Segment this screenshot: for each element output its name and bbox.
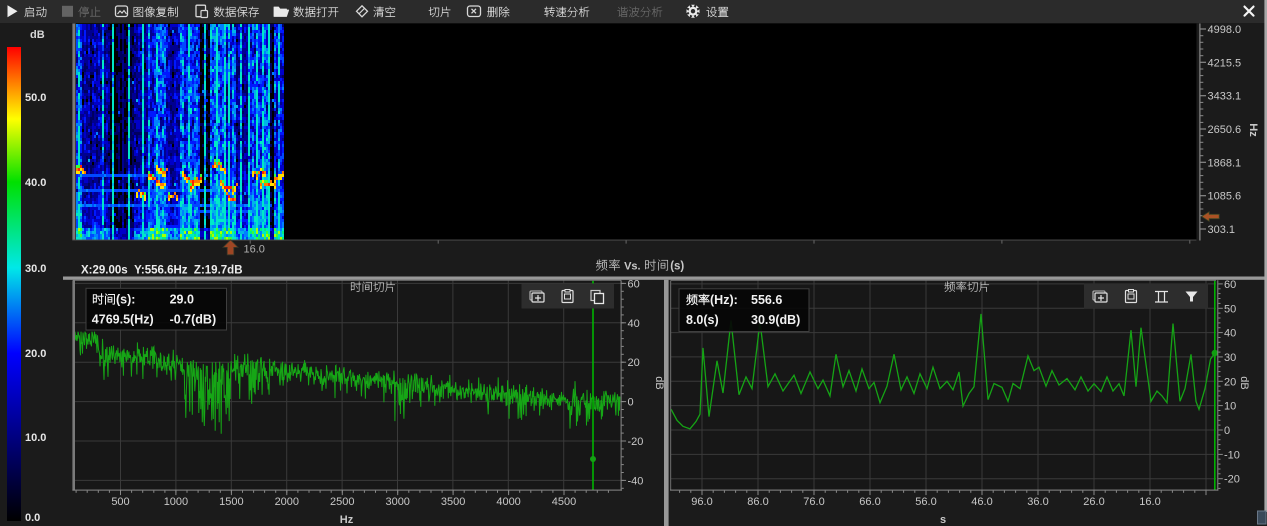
svg-text:36.0: 36.0	[1027, 496, 1048, 508]
svg-text:303.1: 303.1	[1208, 224, 1236, 236]
svg-text:1868.1: 1868.1	[1208, 157, 1242, 169]
svg-text:2000: 2000	[275, 496, 299, 508]
svg-text:1000: 1000	[164, 496, 188, 508]
svg-text:1085.6: 1085.6	[1208, 191, 1242, 203]
svg-text:X:29.00s Y:556.6Hz Z:19.7dB: X:29.00s Y:556.6Hz Z:19.7dB	[81, 265, 243, 277]
svg-text:50.0: 50.0	[25, 92, 46, 104]
svg-text:10.0: 10.0	[25, 432, 46, 444]
svg-text:0: 0	[1224, 425, 1230, 437]
svg-text:40.0: 40.0	[25, 177, 46, 189]
svg-text:86.0: 86.0	[747, 496, 768, 508]
svg-text:-20: -20	[628, 436, 644, 448]
svg-text:2500: 2500	[330, 496, 354, 508]
svg-text:46.0: 46.0	[971, 496, 992, 508]
svg-text:dB: dB	[30, 29, 45, 41]
svg-text:10: 10	[1224, 401, 1236, 413]
svg-text:0.0: 0.0	[25, 512, 40, 524]
svg-text:dB: dB	[653, 376, 665, 389]
svg-text:29.0: 29.0	[170, 293, 194, 307]
svg-text:4769.5(Hz): 4769.5(Hz)	[92, 313, 154, 327]
svg-text:3433.1: 3433.1	[1208, 91, 1242, 103]
svg-text:50: 50	[1224, 303, 1236, 315]
svg-text:8.0(s): 8.0(s)	[686, 313, 719, 327]
svg-text:30: 30	[1224, 352, 1236, 364]
svg-text:(s): (s)	[670, 261, 684, 273]
svg-text:-0.7(dB): -0.7(dB)	[170, 313, 217, 327]
svg-text:20: 20	[1224, 376, 1236, 388]
svg-text:Hz: Hz	[1247, 123, 1259, 137]
svg-text:0: 0	[628, 397, 634, 409]
svg-text:-40: -40	[628, 475, 644, 487]
svg-text:(Hz):: (Hz):	[710, 293, 738, 307]
svg-text:556.6: 556.6	[751, 293, 782, 307]
svg-text:4000: 4000	[496, 496, 520, 508]
svg-text:500: 500	[111, 496, 129, 508]
svg-text:76.0: 76.0	[803, 496, 824, 508]
svg-text:-10: -10	[1224, 449, 1240, 461]
svg-text:30.9(dB): 30.9(dB)	[751, 313, 800, 327]
svg-text:16.0: 16.0	[244, 244, 265, 256]
svg-text:56.0: 56.0	[915, 496, 936, 508]
svg-text:4998.0: 4998.0	[1208, 24, 1242, 36]
svg-text:2650.6: 2650.6	[1208, 124, 1242, 136]
svg-text:16.0: 16.0	[1139, 496, 1160, 508]
svg-text:s: s	[940, 514, 946, 526]
svg-text:20: 20	[628, 357, 640, 369]
svg-text:-20: -20	[1224, 474, 1240, 486]
svg-text:dB: dB	[1238, 376, 1250, 389]
svg-text:20.0: 20.0	[25, 348, 46, 360]
svg-text:3000: 3000	[385, 496, 409, 508]
svg-text:4500: 4500	[552, 496, 576, 508]
svg-text:96.0: 96.0	[691, 496, 712, 508]
svg-text:40: 40	[628, 318, 640, 330]
svg-text:60: 60	[1224, 279, 1236, 291]
svg-text:4215.5: 4215.5	[1208, 57, 1242, 69]
svg-text:60: 60	[628, 278, 640, 290]
svg-text:1500: 1500	[219, 496, 243, 508]
svg-text:Vs.: Vs.	[624, 261, 641, 273]
svg-text:30.0: 30.0	[25, 263, 46, 275]
svg-text:(s):: (s):	[116, 293, 135, 307]
svg-text:66.0: 66.0	[859, 496, 880, 508]
svg-text:3500: 3500	[441, 496, 465, 508]
svg-text:40: 40	[1224, 328, 1236, 340]
svg-text:Hz: Hz	[340, 514, 354, 526]
svg-text:26.0: 26.0	[1083, 496, 1104, 508]
